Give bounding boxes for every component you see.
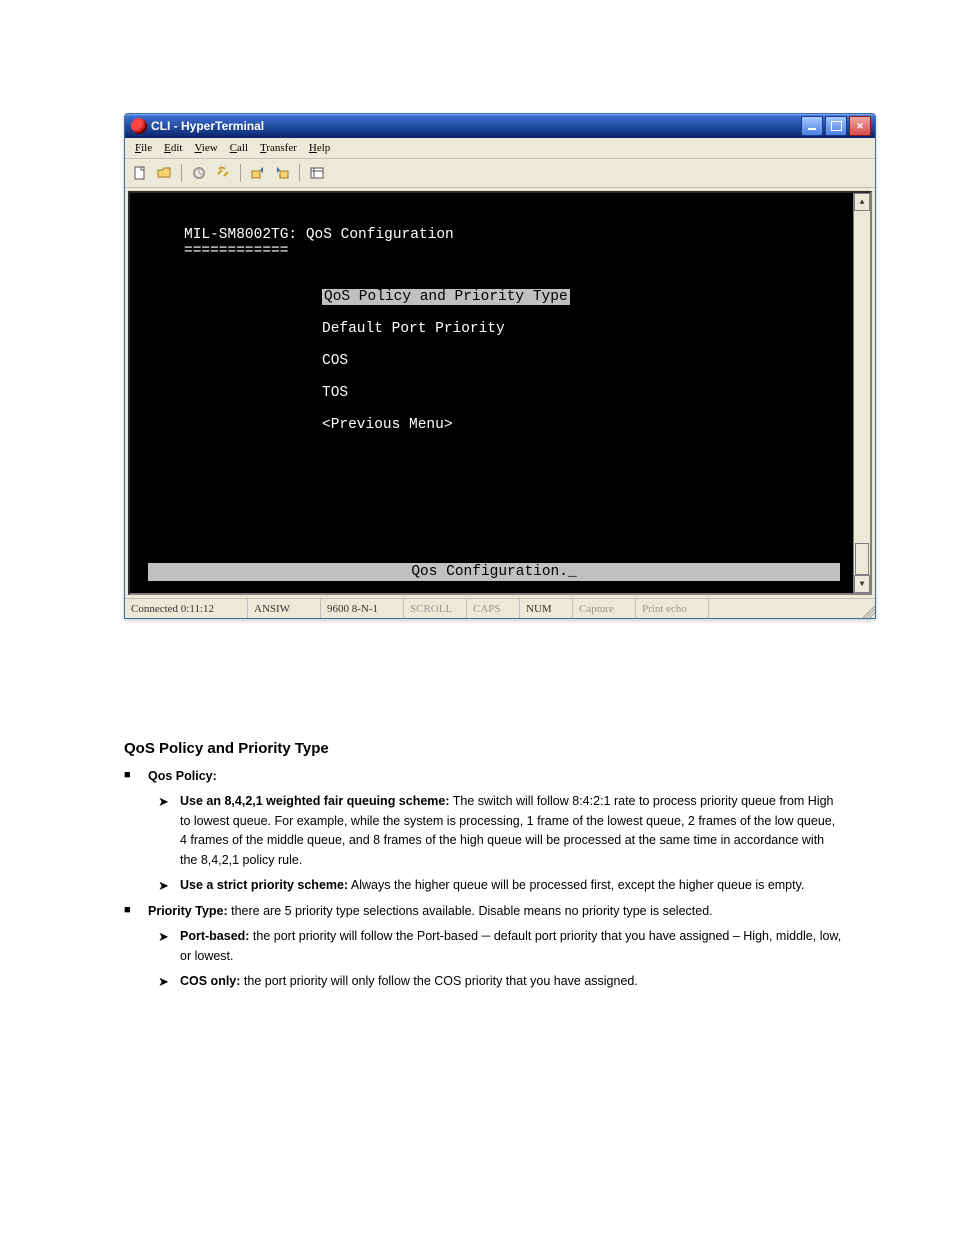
section-heading: QoS Policy and Priority Type bbox=[124, 740, 844, 757]
status-emulation: ANSIW bbox=[248, 599, 321, 618]
status-baud: 9600 8-N-1 bbox=[321, 599, 404, 618]
sub-bullet-label: Port-based: bbox=[180, 929, 249, 943]
menu-edit[interactable]: Edit bbox=[158, 140, 188, 156]
scroll-thumb[interactable] bbox=[855, 543, 869, 575]
bullet-qos-policy: ■ Qos Policy: bbox=[124, 767, 844, 786]
menu-file[interactable]: File bbox=[129, 140, 158, 156]
menu-help[interactable]: Help bbox=[303, 140, 336, 156]
connect-icon[interactable] bbox=[188, 162, 210, 184]
separator bbox=[299, 164, 300, 182]
open-icon[interactable] bbox=[153, 162, 175, 184]
receive-icon[interactable] bbox=[271, 162, 293, 184]
square-bullet-icon: ■ bbox=[124, 767, 148, 786]
terminal-underline: ============ bbox=[184, 243, 288, 259]
terminal-status-line: Qos Configuration._ bbox=[148, 563, 840, 581]
separator bbox=[240, 164, 241, 182]
separator bbox=[181, 164, 182, 182]
arrow-bullet-icon: ➤ bbox=[158, 972, 180, 992]
menu-item-cos[interactable]: COS bbox=[322, 353, 348, 369]
arrow-bullet-icon: ➤ bbox=[158, 927, 180, 966]
arrow-bullet-icon: ➤ bbox=[158, 792, 180, 870]
disconnect-icon[interactable] bbox=[212, 162, 234, 184]
status-scroll: SCROLL bbox=[404, 599, 467, 618]
status-caps: CAPS bbox=[467, 599, 520, 618]
vertical-scrollbar[interactable]: ▲ ▼ bbox=[853, 193, 870, 593]
window-title: CLI - HyperTerminal bbox=[151, 119, 264, 133]
menu-transfer[interactable]: Transfer bbox=[254, 140, 303, 156]
menu-item-tos[interactable]: TOS bbox=[322, 385, 348, 401]
status-capture: Capture bbox=[573, 599, 636, 618]
new-icon[interactable] bbox=[129, 162, 151, 184]
sub-bullet-text: the port priority will only follow the C… bbox=[240, 974, 637, 988]
status-num: NUM bbox=[520, 599, 573, 618]
sub-bullet-cos-only: ➤ COS only: the port priority will only … bbox=[158, 972, 844, 992]
minimize-button[interactable] bbox=[801, 116, 823, 136]
close-button[interactable] bbox=[849, 116, 871, 136]
selected-item: QoS Policy and Priority Type bbox=[322, 289, 570, 305]
menu-bar: File Edit View Call Transfer Help bbox=[125, 138, 875, 159]
status-bar: Connected 0:11:12 ANSIW 9600 8-N-1 SCROL… bbox=[125, 598, 875, 618]
hyperterminal-window: CLI - HyperTerminal File Edit View Call … bbox=[124, 113, 876, 619]
properties-icon[interactable] bbox=[306, 162, 328, 184]
menu-item-default-port-priority[interactable]: Default Port Priority bbox=[322, 321, 505, 337]
square-bullet-icon: ■ bbox=[124, 902, 148, 921]
bullet1-text: Qos Policy: bbox=[148, 767, 844, 786]
bullet1-intro: there are 5 priority type selections ava… bbox=[228, 904, 713, 918]
sub-bullet-text: Always the higher queue will be processe… bbox=[348, 878, 804, 892]
arrow-bullet-icon: ➤ bbox=[158, 876, 180, 896]
maximize-button[interactable] bbox=[825, 116, 847, 136]
terminal-header: MIL-SM8002TG: QoS Configuration bbox=[184, 227, 454, 243]
status-print-echo: Print echo bbox=[636, 599, 709, 618]
sub-bullet-strict: ➤ Use a strict priority scheme: Always t… bbox=[158, 876, 844, 896]
sub-bullet-label: Use a strict priority scheme: bbox=[180, 878, 348, 892]
title-bar[interactable]: CLI - HyperTerminal bbox=[125, 114, 875, 138]
bullet1-text: Priority Type: bbox=[148, 904, 228, 918]
menu-item-previous[interactable]: <Previous Menu> bbox=[322, 417, 453, 433]
app-icon bbox=[131, 118, 147, 134]
status-connected: Connected 0:11:12 bbox=[125, 599, 248, 618]
toolbar bbox=[125, 159, 875, 188]
menu-view[interactable]: View bbox=[188, 140, 223, 156]
client-area: MIL-SM8002TG: QoS Configuration ========… bbox=[125, 188, 875, 598]
sub-bullet-port-based: ➤ Port-based: the port priority will fol… bbox=[158, 927, 844, 966]
document-body: QoS Policy and Priority Type ■ Qos Polic… bbox=[124, 730, 844, 998]
scroll-down-button[interactable]: ▼ bbox=[854, 575, 870, 593]
scroll-up-button[interactable]: ▲ bbox=[854, 193, 870, 211]
sub-bullet-weighted: ➤ Use an 8,4,2,1 weighted fair queuing s… bbox=[158, 792, 844, 870]
sub-bullet-label: Use an 8,4,2,1 weighted fair queuing sch… bbox=[180, 794, 450, 808]
resize-grip[interactable] bbox=[859, 602, 875, 618]
sub-bullet-label: COS only: bbox=[180, 974, 240, 988]
send-icon[interactable] bbox=[247, 162, 269, 184]
menu-item-qos-policy[interactable]: QoS Policy and Priority Type bbox=[322, 289, 570, 305]
sub-bullet-text: the port priority will follow the Port-b… bbox=[180, 929, 841, 962]
menu-call[interactable]: Call bbox=[224, 140, 254, 156]
terminal[interactable]: MIL-SM8002TG: QoS Configuration ========… bbox=[128, 191, 872, 595]
bullet-priority-type: ■ Priority Type: there are 5 priority ty… bbox=[124, 902, 844, 921]
